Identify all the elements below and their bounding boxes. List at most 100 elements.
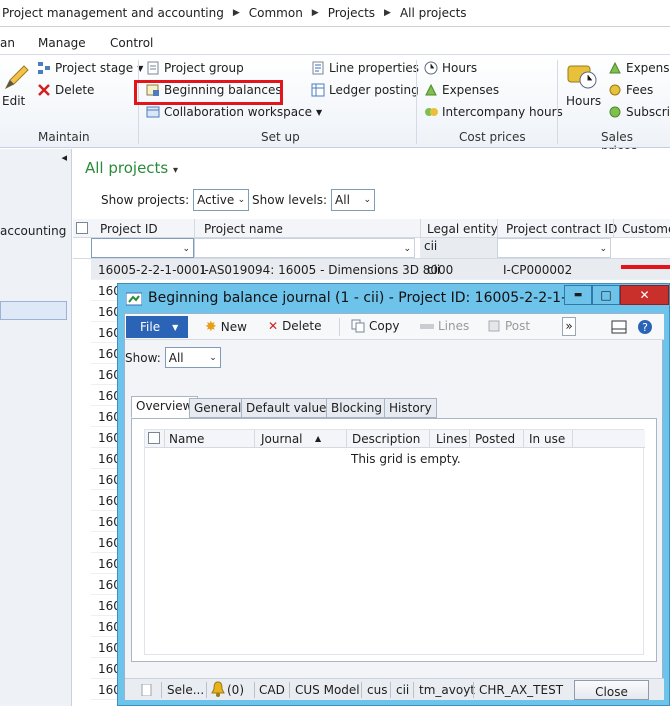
- file-button[interactable]: File ▼: [126, 316, 188, 338]
- breadcrumb-separator-icon[interactable]: ▶: [312, 8, 319, 18]
- show-projects-select[interactable]: Active ⌄: [193, 189, 250, 211]
- status-model[interactable]: CUS Model: [295, 683, 360, 697]
- project-group-button[interactable]: Project group: [146, 61, 244, 75]
- chevron-down-icon: ▼: [316, 107, 323, 117]
- column-header-in-use[interactable]: In use: [529, 432, 565, 446]
- dialog-title-bar[interactable]: Beginning balance journal (1 - cii) - Pr…: [118, 284, 670, 312]
- filter-project-id[interactable]: ⌄: [91, 238, 194, 258]
- table-row[interactable]: 16005-2-2-1-0001 I-AS019094: 16005 - Dim…: [91, 259, 670, 280]
- status-select[interactable]: Sele...: [167, 683, 204, 697]
- page-title-text: All projects: [85, 159, 169, 177]
- column-header-project-name[interactable]: Project name: [204, 222, 283, 236]
- line-properties-button[interactable]: Line properties: [311, 61, 419, 75]
- more-actions-button[interactable]: »: [562, 317, 576, 336]
- delete-x-icon: [38, 84, 50, 96]
- breadcrumb-item-module[interactable]: Project management and accounting: [2, 6, 224, 20]
- delete-button[interactable]: Delete: [37, 83, 94, 97]
- dialog-show-select[interactable]: All ⌄: [164, 347, 221, 368]
- show-levels-select[interactable]: All ⌄: [331, 189, 376, 211]
- edit-button[interactable]: Edit: [0, 62, 30, 108]
- chevron-down-icon: ⌄: [363, 195, 372, 205]
- breadcrumb-item-common[interactable]: Common: [249, 6, 303, 20]
- new-button[interactable]: ✸ New: [205, 319, 247, 335]
- fees-icon: [609, 84, 621, 96]
- layout-panel-icon[interactable]: [611, 319, 627, 335]
- intercompany-hours-button[interactable]: Intercompany hours: [424, 105, 563, 119]
- copy-icon: [351, 319, 365, 333]
- collapse-icon[interactable]: ◂: [61, 151, 67, 164]
- lines-button[interactable]: Lines: [420, 319, 469, 333]
- status-environment[interactable]: CHR_AX_TEST: [479, 683, 563, 697]
- sales-expense-button[interactable]: Expense: [608, 61, 670, 75]
- hours-clock-icon: [567, 65, 597, 89]
- tab-history[interactable]: History: [384, 398, 437, 418]
- project-stage-button[interactable]: Project stage ▼: [37, 61, 143, 75]
- project-stage-icon: [38, 62, 50, 74]
- column-header-posted[interactable]: Posted: [475, 432, 515, 446]
- tab-control[interactable]: Control: [110, 36, 153, 50]
- file-label: File: [140, 320, 161, 334]
- dialog-title: Beginning balance journal (1 - cii) - Pr…: [148, 290, 589, 306]
- toolbar-divider: [339, 318, 340, 336]
- breadcrumb-item-all-projects[interactable]: All projects: [400, 6, 467, 20]
- edit-label: Edit: [2, 94, 26, 108]
- close-window-button[interactable]: ✕: [620, 285, 669, 305]
- notification-count[interactable]: (0): [227, 683, 244, 697]
- cost-expenses-button[interactable]: Expenses: [424, 83, 499, 97]
- new-star-icon: ✸: [205, 319, 217, 335]
- workspace-icon: [146, 106, 160, 118]
- maximize-button[interactable]: □: [592, 285, 620, 305]
- status-layer[interactable]: cus: [367, 683, 387, 697]
- copy-button[interactable]: Copy: [351, 319, 399, 333]
- chevron-down-icon[interactable]: ▾: [173, 165, 178, 176]
- ledger-posting-button[interactable]: Ledger posting: [311, 83, 419, 97]
- sales-hours-button[interactable]: Hours: [566, 62, 601, 108]
- bell-icon[interactable]: [211, 681, 225, 700]
- dialog-delete-button[interactable]: ✕ Delete: [268, 319, 322, 333]
- sales-expense-label: Expense: [626, 61, 670, 75]
- breadcrumb-separator-icon[interactable]: ▶: [233, 8, 240, 18]
- column-header-journal[interactable]: Journal: [261, 432, 303, 446]
- project-stage-label: Project stage: [55, 61, 134, 75]
- column-header-name[interactable]: Name: [169, 432, 204, 446]
- minimize-button[interactable]: ▬: [564, 285, 592, 305]
- journal-select-all-checkbox[interactable]: [148, 432, 160, 444]
- collaboration-workspace-button[interactable]: Collaboration workspace ▼: [146, 105, 322, 119]
- post-button[interactable]: Post: [487, 319, 530, 333]
- breadcrumb-item-projects[interactable]: Projects: [328, 6, 375, 20]
- status-user[interactable]: tm_avoyt: [419, 683, 475, 697]
- tab-plan[interactable]: an: [0, 36, 15, 50]
- filter-contract-id[interactable]: ⌄: [497, 238, 611, 258]
- column-header-project-contract-id[interactable]: Project contract ID: [506, 222, 617, 236]
- close-label: Close: [595, 685, 628, 699]
- column-header-description[interactable]: Description: [352, 432, 420, 446]
- column-header-lines[interactable]: Lines: [436, 432, 467, 446]
- tab-manage[interactable]: Manage: [38, 36, 86, 50]
- column-header-customer[interactable]: Custome: [622, 222, 670, 236]
- nav-item-accounting[interactable]: accounting: [0, 224, 66, 238]
- post-icon: [488, 320, 500, 332]
- new-label: New: [220, 320, 247, 334]
- tab-overview[interactable]: Overview: [131, 396, 198, 418]
- filter-project-name[interactable]: ⌄: [194, 238, 415, 258]
- column-header-project-id[interactable]: Project ID: [100, 222, 158, 236]
- sales-fees-button[interactable]: Fees: [608, 83, 653, 97]
- filter-legal-entity[interactable]: cii: [420, 238, 497, 258]
- status-company[interactable]: cii: [396, 683, 409, 697]
- nav-selected-item[interactable]: [0, 301, 67, 320]
- cost-hours-label: Hours: [442, 61, 478, 75]
- sales-subscription-button[interactable]: Subscrip: [608, 105, 670, 119]
- ledger-posting-label: Ledger posting: [329, 83, 419, 97]
- column-header-legal-entity[interactable]: Legal entity: [427, 222, 498, 236]
- select-all-checkbox[interactable]: [76, 222, 88, 234]
- tab-blocking[interactable]: Blocking: [326, 398, 388, 418]
- tab-general[interactable]: General: [189, 398, 247, 418]
- help-icon[interactable]: ?: [637, 319, 653, 335]
- cost-hours-button[interactable]: Hours: [424, 61, 477, 75]
- maximize-icon: □: [600, 288, 612, 302]
- close-button[interactable]: Close: [574, 680, 649, 700]
- tab-default-values[interactable]: Default values: [241, 398, 338, 418]
- status-currency[interactable]: CAD: [259, 683, 285, 697]
- column-divider: [497, 219, 498, 238]
- breadcrumb-separator-icon[interactable]: ▶: [384, 8, 391, 18]
